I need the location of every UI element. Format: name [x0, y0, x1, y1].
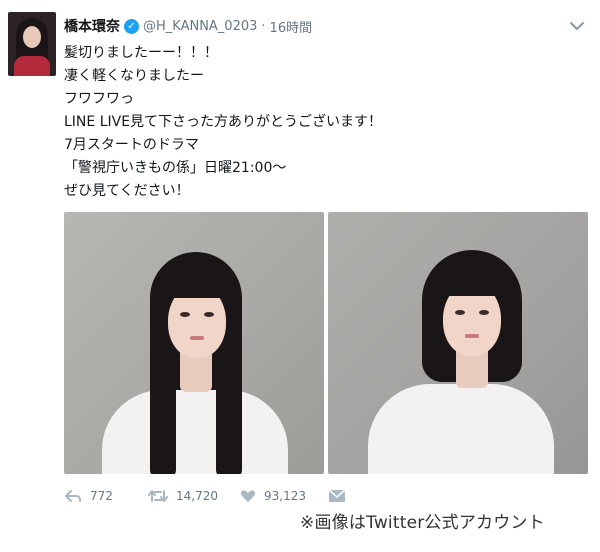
user-handle[interactable]: @H_KANNA_0203	[143, 19, 257, 34]
tweet-time[interactable]: 16時間	[270, 17, 313, 36]
verified-badge-icon: ✓	[124, 18, 139, 34]
tweet-line: 髪切りましたーー！！！	[64, 45, 218, 61]
shirt	[368, 384, 554, 474]
separator-dot: ·	[261, 18, 266, 34]
tweet-line: フワフワっ	[64, 91, 134, 107]
avatar[interactable]	[8, 12, 56, 76]
reply-icon	[65, 490, 81, 502]
message-icon	[328, 489, 346, 502]
reply-count: 772	[90, 489, 113, 503]
eye	[479, 310, 489, 315]
image-credit-caption: ※画像はTwitter公式アカウント	[300, 513, 545, 533]
direct-message-button[interactable]	[328, 489, 354, 503]
chevron-down-icon[interactable]	[568, 18, 586, 34]
tweet-line: 「警視庁いきもの係」日曜21:00〜	[64, 160, 287, 176]
eye	[180, 312, 190, 317]
hair-strand	[150, 362, 176, 474]
like-count: 93,123	[264, 489, 306, 503]
bangs	[440, 268, 504, 296]
hair-strand	[216, 362, 242, 474]
tweet-line: ぜひ見てください！	[64, 183, 190, 199]
tweet-photo-short-hair[interactable]	[328, 212, 588, 474]
like-icon	[241, 490, 255, 502]
tweet-text: 髪切りましたーー！！！ 凄く軽くなりましたー フワフワっ LINE LIVE見て…	[64, 42, 382, 203]
mouth	[190, 336, 204, 340]
tweet-line: 7月スタートのドラマ	[64, 137, 199, 153]
avatar-face	[23, 26, 41, 48]
tweet-line: LINE LIVE見て下さった方ありがとうございます！	[64, 114, 383, 130]
shirt	[102, 390, 288, 474]
tweet-header: 橋本環奈 ✓ @H_KANNA_0203 · 16時間	[64, 16, 312, 36]
tweet-actions: 772 14,720 93,123	[64, 486, 354, 506]
tweet-photos	[64, 212, 588, 474]
eye	[204, 312, 214, 317]
like-button[interactable]: 93,123	[240, 489, 328, 503]
eye	[455, 310, 465, 315]
bangs	[166, 270, 228, 298]
tweet-line: 凄く軽くなりましたー	[64, 68, 204, 84]
retweet-count: 14,720	[176, 489, 218, 503]
display-name[interactable]: 橋本環奈	[64, 16, 120, 36]
mouth	[465, 334, 479, 338]
retweet-icon	[148, 490, 168, 502]
retweet-button[interactable]: 14,720	[148, 489, 240, 503]
avatar-shirt	[14, 56, 50, 76]
reply-button[interactable]: 772	[64, 489, 148, 503]
tweet-photo-long-hair[interactable]	[64, 212, 324, 474]
